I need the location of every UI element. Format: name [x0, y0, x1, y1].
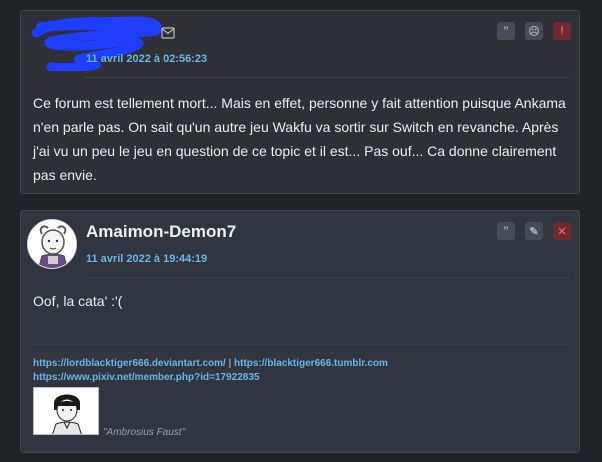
mail-icon[interactable] — [161, 27, 175, 39]
quote-icon[interactable]: ” — [497, 222, 515, 240]
report-icon[interactable]: ! — [553, 22, 571, 40]
delete-icon[interactable]: ✕ — [553, 222, 571, 240]
link-separator: | — [228, 358, 232, 369]
forum-post: 11 avril 2022 à 02:56:23 ” ☹ ! Ce forum … — [20, 10, 580, 194]
manga-character-icon — [34, 388, 98, 434]
post-date[interactable]: 11 avril 2022 à 02:56:23 — [86, 53, 207, 65]
author-name[interactable]: Amaimon-Demon7 — [86, 222, 236, 242]
post-date[interactable]: 11 avril 2022 à 19:44:19 — [86, 253, 207, 265]
goat-character-icon — [28, 220, 76, 268]
pixiv-link[interactable]: https://www.pixiv.net/member.php?id=1792… — [33, 371, 388, 385]
post-body: Ce forum est tellement mort... Mais en e… — [33, 95, 566, 183]
edit-icon[interactable]: ✎ — [525, 222, 543, 240]
avatar[interactable] — [27, 219, 77, 269]
post-body: Oof, la cata' :'( — [33, 293, 123, 309]
post-actions: ” ✎ ✕ — [497, 222, 571, 240]
frown-icon[interactable]: ☹ — [525, 22, 543, 40]
signature-links: https://lordblacktiger666.deviantart.com… — [33, 357, 388, 385]
forum-post: Amaimon-Demon7 11 avril 2022 à 19:44:19 … — [20, 210, 580, 453]
deviantart-link[interactable]: https://lordblacktiger666.deviantart.com… — [33, 358, 226, 369]
tumblr-link[interactable]: https://blacktiger666.tumblr.com — [234, 358, 388, 369]
quote-icon[interactable]: ” — [497, 22, 515, 40]
divider — [85, 77, 569, 78]
signature-caption: "Ambrosius Faust" — [103, 427, 186, 438]
divider — [85, 277, 569, 278]
signature-divider — [33, 344, 569, 345]
post-actions: ” ☹ ! — [497, 22, 571, 40]
signature-image — [33, 387, 99, 435]
